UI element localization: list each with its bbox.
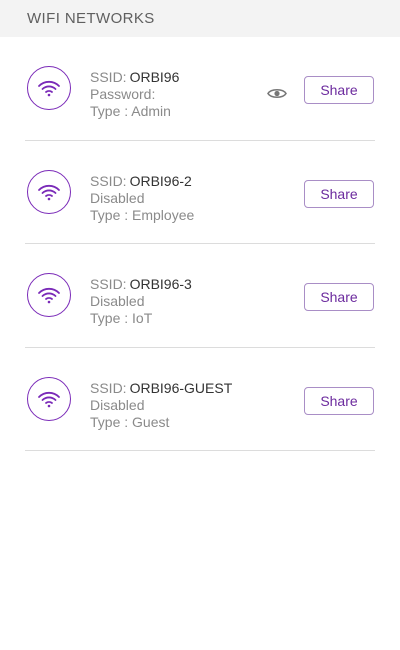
network-row: SSID: ORBI96-2 Disabled Type : Employee S… — [0, 141, 400, 245]
ssid-line: SSID: ORBI96-3 — [90, 276, 192, 293]
wifi-icon — [27, 169, 71, 214]
network-type: Type : Employee — [90, 206, 195, 223]
network-status: Disabled — [90, 189, 145, 206]
network-type: Type : IoT — [90, 310, 153, 326]
network-info: SSID: ORBI96-GUEST Disabled Type : Guest — [90, 380, 232, 431]
ssid-label: SSID: — [90, 69, 127, 85]
network-list: SSID: ORBI96 Password: Type : Admin Share — [0, 37, 400, 451]
header-bar: WIFI NETWORKS — [0, 0, 400, 37]
ssid-value: ORBI96-2 — [129, 172, 192, 189]
network-info: SSID: ORBI96-2 Disabled Type : Employee — [90, 173, 194, 224]
ssid-line: SSID: ORBI96-GUEST — [90, 380, 232, 397]
share-button[interactable]: Share — [304, 386, 374, 415]
eye-icon[interactable] — [266, 85, 288, 101]
ssid-label: SSID: — [90, 379, 127, 396]
network-row: SSID: ORBI96-3 Disabled Type : IoT Share — [0, 244, 400, 348]
ssid-line: SSID: ORBI96 — [90, 69, 179, 86]
network-info: SSID: ORBI96-3 Disabled Type : IoT — [90, 276, 192, 327]
network-type: Type : Guest — [90, 413, 170, 430]
wifi-icon — [27, 273, 71, 317]
wifi-icon — [27, 376, 71, 421]
ssid-label: SSID: — [90, 172, 127, 189]
password-label: Password: — [90, 86, 156, 102]
wifi-icon — [27, 66, 71, 110]
share-button[interactable]: Share — [304, 283, 374, 311]
network-status: Disabled — [90, 293, 145, 309]
network-status: Disabled — [90, 396, 145, 413]
share-button[interactable]: Share — [304, 179, 374, 208]
share-button[interactable]: Share — [304, 76, 374, 104]
network-type: Type : Admin — [90, 103, 171, 119]
network-info: SSID: ORBI96 Password: Type : Admin — [90, 69, 179, 120]
network-row: SSID: ORBI96 Password: Type : Admin Share — [0, 37, 400, 141]
ssid-line: SSID: ORBI96-2 — [90, 173, 194, 190]
page-title: WIFI NETWORKS — [27, 10, 155, 27]
network-row: SSID: ORBI96-GUEST Disabled Type : Guest … — [0, 348, 400, 452]
ssid-label: SSID: — [90, 276, 127, 292]
ssid-value: ORBI96 — [129, 69, 180, 85]
ssid-value: ORBI96-3 — [129, 276, 192, 292]
ssid-value: ORBI96-GUEST — [129, 379, 233, 396]
